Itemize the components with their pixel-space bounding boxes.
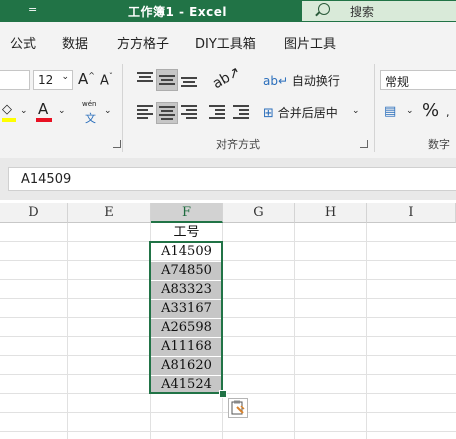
- cell-f-header[interactable]: 工号: [151, 224, 222, 242]
- column-header-i[interactable]: I: [367, 203, 456, 223]
- number-group-label: 数字: [428, 138, 450, 151]
- orientation-icon[interactable]: ab↗: [210, 64, 243, 92]
- align-middle-icon[interactable]: [156, 69, 178, 91]
- number-format-dropdown[interactable]: 常规: [380, 70, 456, 90]
- wrap-text-icon: ab↵: [263, 74, 289, 88]
- merge-center-button[interactable]: ⊞ 合并后居中: [263, 104, 338, 121]
- tab-picture-tools[interactable]: 图片工具: [284, 33, 336, 52]
- formula-input[interactable]: A14509: [8, 167, 456, 191]
- chevron-down-icon[interactable]: ⌄: [104, 106, 112, 116]
- column-header-e[interactable]: E: [68, 203, 151, 223]
- tab-fangfang-gezi[interactable]: 方方格子: [117, 33, 169, 52]
- ribbon: 12 ⌄ A^ Aˇ ◇ ⌄ A ⌄ wén 文 ⌄ ab↗ ab↵ 自动换行 …: [0, 58, 456, 159]
- fill-color-swatch: [2, 118, 16, 122]
- percent-style-button[interactable]: %: [422, 100, 439, 121]
- align-right-icon[interactable]: [180, 104, 198, 120]
- window-title: 工作簿1 - Excel: [128, 5, 227, 19]
- column-header-h[interactable]: H: [295, 203, 367, 223]
- search-label: 搜索: [350, 5, 375, 19]
- group-separator: [374, 64, 375, 152]
- search-icon: [318, 3, 330, 15]
- increase-indent-icon[interactable]: [232, 104, 250, 120]
- tab-data[interactable]: 数据: [62, 33, 88, 52]
- tab-formulas[interactable]: 公式: [10, 33, 36, 52]
- merge-cells-icon: ⊞: [263, 106, 274, 121]
- font-color-button[interactable]: A: [36, 100, 54, 124]
- column-header-d[interactable]: D: [0, 203, 68, 223]
- accounting-format-icon[interactable]: ▤: [384, 104, 396, 119]
- chevron-down-icon[interactable]: ⌄: [20, 106, 28, 116]
- merge-center-label: 合并后居中: [277, 106, 338, 120]
- alignment-group-label: 对齐方式: [216, 138, 260, 151]
- comma-style-icon[interactable]: ,: [446, 106, 450, 119]
- number-format-value: 常规: [385, 75, 410, 89]
- group-separator: [122, 64, 123, 152]
- column-header-g[interactable]: G: [223, 203, 295, 223]
- chevron-down-icon[interactable]: ⌄: [58, 106, 66, 116]
- font-size-value: 12: [38, 73, 54, 87]
- ribbon-tabs: 公式 数据 方方格子 DIY工具箱 图片工具: [0, 22, 456, 58]
- wrap-text-button[interactable]: ab↵ 自动换行: [263, 72, 340, 89]
- formula-value: A14509: [21, 172, 72, 187]
- quick-access-dropdown[interactable]: =: [28, 3, 37, 16]
- phonetic-button[interactable]: wén 文: [82, 100, 104, 126]
- align-center-icon[interactable]: [156, 102, 178, 124]
- paste-options-icon: [231, 400, 245, 415]
- title-bar: = 工作簿1 - Excel 搜索: [0, 0, 456, 22]
- font-dialog-launcher-icon[interactable]: [113, 140, 121, 148]
- font-color-glyph: A: [38, 100, 49, 118]
- font-size-dropdown[interactable]: 12 ⌄: [33, 70, 73, 90]
- decrease-indent-icon[interactable]: [208, 104, 226, 120]
- chevron-down-icon[interactable]: ⌄: [406, 106, 414, 116]
- font-name-dropdown[interactable]: [0, 70, 30, 90]
- tab-diy-toolbox[interactable]: DIY工具箱: [195, 33, 256, 52]
- paste-options-button[interactable]: [228, 398, 248, 418]
- formula-bar: A14509: [0, 158, 456, 200]
- align-left-icon[interactable]: [136, 104, 154, 120]
- chevron-down-icon: ⌄: [61, 72, 69, 82]
- alignment-dialog-launcher-icon[interactable]: [360, 140, 368, 148]
- search-box[interactable]: 搜索: [302, 1, 456, 21]
- align-bottom-icon[interactable]: [180, 71, 198, 87]
- chevron-down-icon[interactable]: ⌄: [352, 106, 360, 116]
- wrap-text-label: 自动换行: [291, 74, 340, 88]
- fill-handle[interactable]: [219, 390, 227, 398]
- font-color-swatch: [36, 118, 52, 122]
- grow-font-button[interactable]: A^: [78, 70, 95, 88]
- shrink-font-button[interactable]: Aˇ: [100, 72, 113, 88]
- column-header-f[interactable]: F: [151, 203, 223, 223]
- phonetic-bottom: 文: [85, 112, 96, 125]
- fill-color-button[interactable]: ◇: [2, 102, 20, 124]
- align-top-icon[interactable]: [136, 71, 154, 87]
- paint-bucket-icon: ◇: [2, 102, 12, 117]
- selection-border: [149, 241, 223, 394]
- phonetic-top: wén: [82, 100, 97, 108]
